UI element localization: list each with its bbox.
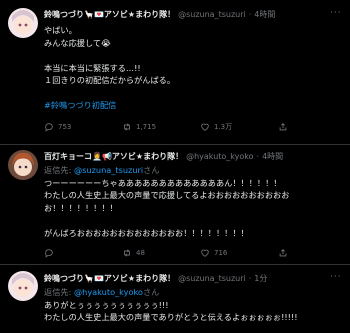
- retweet-button[interactable]: 48: [122, 248, 200, 258]
- reply-suffix: さん: [143, 165, 160, 175]
- like-icon: [201, 123, 209, 131]
- tweet-header: 鈴鳴つづり🦙💌アソビ★まわり隊！ @suzuna_tsuzuri · 4時間: [44, 10, 275, 20]
- text-line: お！！！！！！！！: [44, 202, 118, 213]
- share-button[interactable]: [278, 122, 350, 132]
- more-options-icon[interactable]: ···: [330, 272, 342, 282]
- text-line: つーーーーーーちゃあああああああああああああん！！！！！！: [44, 177, 282, 188]
- reply-to-line: 返信先: @suzuna_tsuzuriさん: [44, 165, 160, 175]
- tweet-header: 鈴鳴つづり🦙💌アソビ★まわり隊！ @suzuna_tsuzuri · 1分: [44, 274, 267, 284]
- display-name[interactable]: 鈴鳴つづり🦙💌アソビ★まわり隊！: [44, 274, 175, 284]
- tweet-text: やばい。 みんな応援して😭 本当に本当に緊張する…!! １回きりの初配信だからが…: [44, 24, 175, 112]
- tweet-actions: 753 1,715 1.3万: [44, 122, 350, 132]
- like-button[interactable]: 716: [200, 248, 278, 258]
- retweet-icon: [124, 123, 130, 131]
- like-button[interactable]: 1.3万: [200, 122, 278, 132]
- share-icon: [279, 123, 287, 131]
- user-handle[interactable]: @suzuna_tsuzuri: [178, 10, 246, 20]
- timestamp[interactable]: 4時間: [262, 152, 283, 162]
- reply-prefix: 返信先:: [44, 165, 74, 175]
- reply-icon: [45, 249, 53, 258]
- reply-count: 753: [58, 123, 72, 131]
- like-icon: [201, 249, 209, 257]
- like-count: 716: [214, 249, 228, 257]
- mention-link[interactable]: @hyakuto_kyoko: [74, 287, 143, 297]
- text-line: わたしの人生史上最大の声量でありがとうと伝えるよぉぉぉぉぉ!!!!!: [44, 312, 298, 322]
- tweet-header: 百灯キョーコ👩‍💼📢アソビ★まわり隊！ @hyakuto_kyoko · 4時間: [44, 152, 283, 162]
- separator-dot: ·: [248, 274, 252, 283]
- user-handle[interactable]: @suzuna_tsuzuri: [178, 274, 246, 284]
- tweet-text: 返信先: @suzuna_tsuzuriさん つーーーーーーちゃああああああああ…: [44, 164, 289, 239]
- tweet-3[interactable]: 鈴鳴つづり🦙💌アソビ★まわり隊！ @suzuna_tsuzuri · 1分 ··…: [0, 265, 350, 333]
- separator-dot: ·: [256, 152, 260, 161]
- retweet-count: 48: [136, 249, 145, 257]
- reply-button[interactable]: 753: [44, 122, 122, 132]
- reply-icon: [45, 123, 53, 132]
- tweet-text: 返信先: @hyakuto_kyokoさん ありがとぅぅぅぅぅぅぅぅぅぅ!!! …: [44, 286, 298, 324]
- timestamp[interactable]: 1分: [254, 274, 267, 284]
- reply-button[interactable]: [44, 248, 122, 258]
- retweet-button[interactable]: 1,715: [122, 122, 200, 132]
- avatar[interactable]: [8, 150, 38, 180]
- reply-suffix: さん: [142, 287, 160, 297]
- text-line: がんばろおおおおおおおおおおおおお！！！！！！！！: [44, 227, 249, 238]
- text-line: １回きりの初配信だからがんばる。: [44, 75, 176, 85]
- timestamp[interactable]: 4時間: [254, 10, 275, 20]
- text-line: やばい。: [44, 25, 77, 35]
- like-count: 1.3万: [214, 123, 233, 131]
- retweet-icon: [124, 249, 130, 257]
- retweet-count: 1,715: [136, 123, 157, 131]
- tweet-2[interactable]: 百灯キョーコ👩‍💼📢アソビ★まわり隊！ @hyakuto_kyoko · 4時間…: [0, 145, 350, 265]
- text-line: わたしの人生史上最大の声量で応援してるよおおおおおおおおおお: [44, 190, 290, 200]
- reply-prefix: 返信先:: [44, 287, 74, 297]
- display-name[interactable]: 鈴鳴つづり🦙💌アソビ★まわり隊！: [44, 10, 175, 20]
- separator-dot: ·: [248, 10, 252, 19]
- more-options-icon[interactable]: ···: [330, 8, 342, 18]
- mention-link[interactable]: @suzuna_tsuzuri: [74, 165, 143, 175]
- share-button[interactable]: [278, 248, 350, 258]
- tweet-actions: 48 716: [44, 248, 350, 258]
- user-handle[interactable]: @hyakuto_kyoko: [186, 152, 253, 162]
- text-line: みんな応援して😭: [44, 37, 111, 48]
- tweet-1[interactable]: 鈴鳴つづり🦙💌アソビ★まわり隊！ @suzuna_tsuzuri · 4時間 ·…: [0, 0, 350, 145]
- share-icon: [279, 249, 287, 257]
- text-line: 本当に本当に緊張する…!!: [44, 62, 141, 73]
- hashtag-link[interactable]: #鈴鳴つづり初配信: [44, 100, 116, 110]
- avatar[interactable]: [8, 271, 38, 301]
- avatar[interactable]: [8, 8, 38, 38]
- text-line: ありがとぅぅぅぅぅぅぅぅぅぅ!!!: [44, 299, 169, 310]
- display-name[interactable]: 百灯キョーコ👩‍💼📢アソビ★まわり隊！: [44, 152, 183, 162]
- reply-to-line: 返信先: @hyakuto_kyokoさん: [44, 287, 159, 297]
